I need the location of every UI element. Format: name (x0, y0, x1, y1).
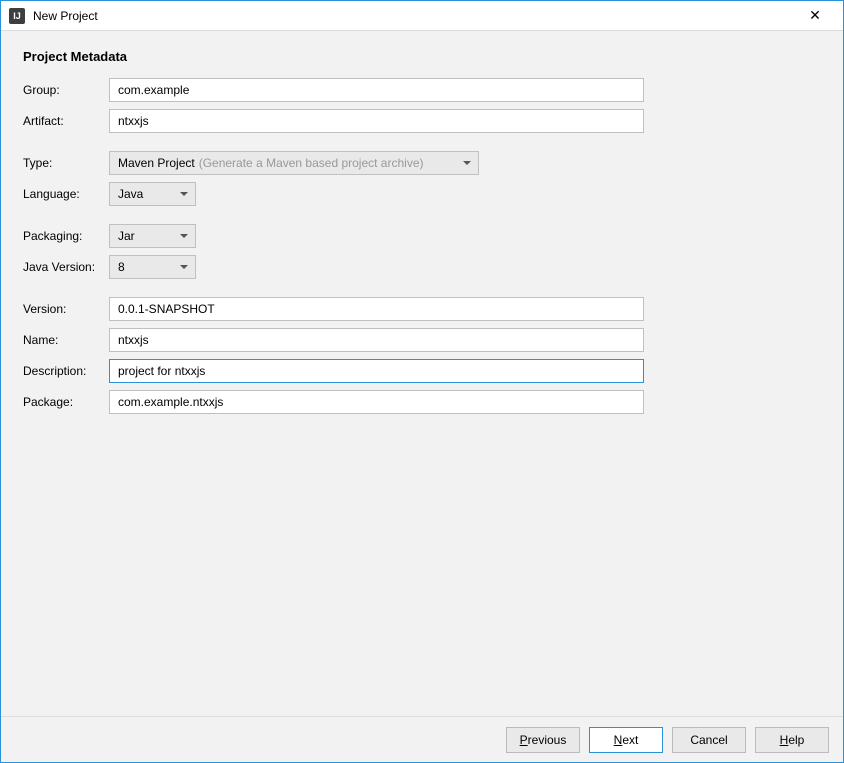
group-label: Group: (23, 83, 109, 97)
artifact-label: Artifact: (23, 114, 109, 128)
type-select[interactable]: Maven Project (Generate a Maven based pr… (109, 151, 479, 175)
content-pane: Project Metadata Group: Artifact: Type: … (1, 31, 843, 716)
help-button[interactable]: Help (755, 727, 829, 753)
language-value: Java (118, 187, 143, 201)
previous-button[interactable]: Previous (506, 727, 580, 753)
description-label: Description: (23, 364, 109, 378)
version-input[interactable] (109, 297, 644, 321)
language-select[interactable]: Java (109, 182, 196, 206)
page-heading: Project Metadata (23, 49, 821, 64)
app-icon: IJ (9, 8, 25, 24)
package-input[interactable] (109, 390, 644, 414)
type-label: Type: (23, 156, 109, 170)
next-button[interactable]: Next (589, 727, 663, 753)
version-label: Version: (23, 302, 109, 316)
description-input[interactable] (109, 359, 644, 383)
window-title: New Project (33, 9, 795, 23)
name-label: Name: (23, 333, 109, 347)
packaging-label: Packaging: (23, 229, 109, 243)
packaging-select[interactable]: Jar (109, 224, 196, 248)
type-value: Maven Project (118, 156, 195, 170)
javaversion-select[interactable]: 8 (109, 255, 196, 279)
close-icon[interactable]: ✕ (795, 1, 835, 31)
javaversion-value: 8 (118, 260, 125, 274)
name-input[interactable] (109, 328, 644, 352)
artifact-input[interactable] (109, 109, 644, 133)
language-label: Language: (23, 187, 109, 201)
package-label: Package: (23, 395, 109, 409)
packaging-value: Jar (118, 229, 135, 243)
cancel-button[interactable]: Cancel (672, 727, 746, 753)
type-hint: (Generate a Maven based project archive) (199, 156, 424, 170)
footer: Previous Next Cancel Help (1, 716, 843, 762)
titlebar: IJ New Project ✕ (1, 1, 843, 31)
group-input[interactable] (109, 78, 644, 102)
javaversion-label: Java Version: (23, 260, 109, 274)
